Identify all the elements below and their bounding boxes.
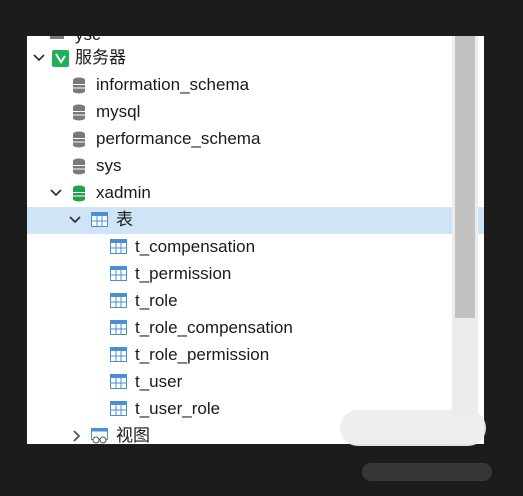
table-icon [110, 266, 127, 281]
tree-item-table[interactable]: t_user [27, 369, 484, 396]
tree-item-tables-folder[interactable]: 表 [27, 207, 484, 234]
table-icon [110, 347, 127, 362]
tree-item-label: t_user_role [135, 399, 221, 418]
database-icon [73, 104, 85, 121]
tree-item-label: ysc [75, 36, 101, 45]
tree-item-table[interactable]: t_permission [27, 261, 484, 288]
server-connection-icon [52, 50, 69, 67]
database-icon [73, 131, 85, 148]
tree-item-database[interactable]: performance_schema [27, 126, 484, 153]
tree-item-table[interactable]: t_role_permission [27, 342, 484, 369]
tree-item-label: xadmin [96, 183, 151, 202]
database-open-icon [73, 185, 85, 202]
connection-icon [50, 36, 64, 39]
table-icon [110, 374, 127, 389]
tree-item-database[interactable]: sys [27, 153, 484, 180]
database-icon [73, 158, 85, 175]
table-icon [110, 293, 127, 308]
table-group-icon [91, 212, 108, 227]
tree-item-label: 表 [116, 210, 133, 229]
tree-item-label: sys [96, 156, 122, 175]
tree-item-database[interactable]: information_schema [27, 72, 484, 99]
tree-item-server[interactable]: 服务器 [27, 45, 484, 72]
tree-item-label: t_role_compensation [135, 318, 293, 337]
tree-item-database[interactable]: mysql [27, 99, 484, 126]
tree-item-label: 视图 [116, 426, 150, 444]
tree-item-label: mysql [96, 102, 141, 121]
tree-item-label: information_schema [96, 75, 250, 94]
chevron-down-icon[interactable] [69, 214, 81, 226]
tree-item-label: t_permission [135, 264, 232, 283]
table-icon [110, 239, 127, 254]
tree-item-label: t_user [135, 372, 183, 391]
tree-item-label: t_compensation [135, 237, 256, 256]
obscured-region [340, 410, 486, 446]
tree-item-label: t_role_permission [135, 345, 270, 364]
chevron-right-icon[interactable] [71, 430, 83, 442]
navigation-tree-panel: ysc 服务器 information_schema mysql perform… [27, 36, 484, 444]
tree-item-database-xadmin[interactable]: xadmin [27, 180, 484, 207]
database-icon [73, 77, 85, 94]
table-icon [110, 401, 127, 416]
tree-item-table[interactable]: t_role [27, 288, 484, 315]
view-icon [91, 428, 108, 444]
tree-item-table[interactable]: t_role_compensation [27, 315, 484, 342]
obscured-region [362, 463, 492, 481]
tree-item-label: t_role [135, 291, 178, 310]
tree-item-label: 服务器 [75, 48, 126, 67]
chevron-down-icon[interactable] [50, 187, 62, 199]
table-icon [110, 320, 127, 335]
scrollbar-thumb[interactable] [455, 36, 475, 318]
tree-item-table[interactable]: t_compensation [27, 234, 484, 261]
tree-item-label: performance_schema [96, 129, 261, 148]
chevron-down-icon[interactable] [33, 52, 45, 64]
